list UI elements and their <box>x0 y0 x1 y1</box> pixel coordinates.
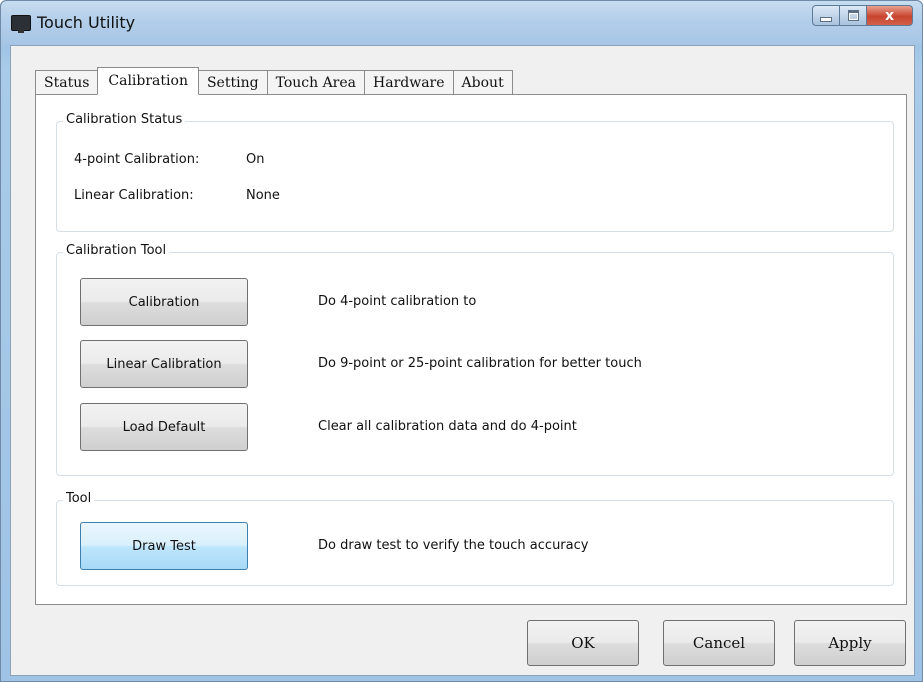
tool-legend: Tool <box>63 491 95 506</box>
tool-group: Tool Draw Test Do draw test to verify th… <box>56 491 894 586</box>
draw-test-description: Do draw test to verify the touch accurac… <box>318 538 589 553</box>
linear-calibration-button[interactable]: Linear Calibration <box>80 340 248 388</box>
apply-button[interactable]: Apply <box>794 620 906 666</box>
monitor-icon <box>11 15 31 33</box>
four-point-status-row: 4-point Calibration: On <box>74 152 264 167</box>
caption-buttons: x <box>812 5 913 27</box>
calibration-status-group: Calibration Status 4-point Calibration: O… <box>56 112 894 232</box>
close-button[interactable]: x <box>867 5 913 26</box>
load-default-description: Clear all calibration data and do 4-poin… <box>318 419 577 434</box>
calibration-description: Do 4-point calibration to <box>318 294 477 309</box>
linear-calibration-description: Do 9-point or 25-point calibration for b… <box>318 356 642 371</box>
calibration-button[interactable]: Calibration <box>80 278 248 326</box>
minimize-icon <box>820 17 832 22</box>
minimize-button[interactable] <box>812 5 840 26</box>
calibration-tool-group: Calibration Tool Calibration Do 4-point … <box>56 243 894 476</box>
tab-touch-area[interactable]: Touch Area <box>266 70 365 94</box>
dialog-client-area: Status Calibration Setting Touch Area Ha… <box>10 45 915 676</box>
linear-value: None <box>246 188 280 203</box>
load-default-button[interactable]: Load Default <box>80 403 248 451</box>
tab-about[interactable]: About <box>452 70 513 94</box>
close-icon: x <box>884 7 895 24</box>
tab-strip: Status Calibration Setting Touch Area Ha… <box>35 66 513 95</box>
tab-setting[interactable]: Setting <box>198 70 267 94</box>
linear-status-row: Linear Calibration: None <box>74 188 280 203</box>
maximize-icon <box>847 10 859 21</box>
tab-hardware[interactable]: Hardware <box>364 70 453 94</box>
tab-status[interactable]: Status <box>35 70 98 94</box>
touch-utility-window: Touch Utility x Status Calibration Setti… <box>0 0 923 682</box>
calibration-tab-panel: Calibration Status 4-point Calibration: O… <box>35 94 907 605</box>
title-bar[interactable]: Touch Utility x <box>1 1 922 45</box>
draw-test-button[interactable]: Draw Test <box>80 522 248 570</box>
four-point-label: 4-point Calibration: <box>74 152 200 167</box>
cancel-button[interactable]: Cancel <box>663 620 775 666</box>
ok-button[interactable]: OK <box>527 620 639 666</box>
window-title: Touch Utility <box>37 13 136 32</box>
calibration-tool-legend: Calibration Tool <box>63 243 170 258</box>
linear-label: Linear Calibration: <box>74 188 194 203</box>
four-point-value: On <box>246 152 265 167</box>
maximize-button[interactable] <box>840 5 867 26</box>
calibration-status-legend: Calibration Status <box>63 112 186 127</box>
tab-calibration[interactable]: Calibration <box>97 67 199 95</box>
